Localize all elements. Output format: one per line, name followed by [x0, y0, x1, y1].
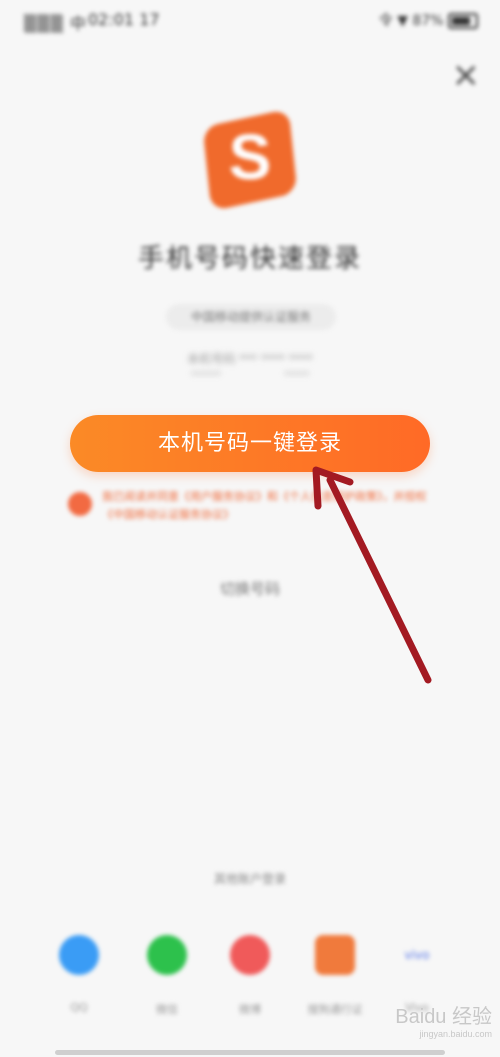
watermark-url: jingyan.baidu.com — [419, 1029, 492, 1039]
logo-letter: S — [228, 121, 272, 193]
login-option-weibo[interactable]: 微博 — [215, 935, 285, 1017]
watermark-brand: Baidu 经验 — [395, 1006, 492, 1028]
page-title: 手机号码快速登录 — [137, 244, 362, 274]
operator-badge: 中国移动提供认证服务 — [166, 304, 336, 330]
close-icon[interactable]: × — [452, 58, 481, 92]
qq-icon — [59, 935, 99, 975]
login-option-wechat[interactable]: 微信 — [132, 935, 202, 1017]
login-option-label: QQ — [70, 1001, 88, 1014]
home-indicator — [55, 1050, 445, 1055]
vivo-icon: vivo — [404, 948, 430, 962]
login-option-qq[interactable]: QQ — [44, 935, 114, 1014]
agreement-checkbox[interactable] — [68, 492, 92, 516]
status-signal-text: 令 ▼ 87% — [378, 13, 444, 29]
agreement-text[interactable]: 我已阅读并同意《用户服务协议》和《个人信息保护政策》，并授权《中国移动认证服务协… — [102, 488, 442, 524]
status-icons: 令 ▼ 87% — [379, 10, 478, 30]
switch-number-link[interactable]: 切换号码 — [0, 578, 500, 599]
login-option-label: 微博 — [239, 1003, 261, 1016]
baidu-watermark: Baidu 经验 jingyan.baidu.com — [395, 1000, 492, 1039]
status-time: 02:01 17 — [88, 10, 160, 29]
wechat-icon — [147, 935, 187, 975]
status-bar: ▒▒▒ 中 02:01 17 令 ▼ 87% — [0, 6, 500, 34]
masked-phone-number: 本机号码 *** **** **** — [187, 352, 313, 366]
weibo-icon — [230, 935, 270, 975]
login-option-label: 微信 — [156, 1003, 178, 1016]
masked-phone-subtext: ****** ***** — [190, 370, 310, 381]
login-option-label: 搜狗通行证 — [307, 1003, 363, 1016]
other-login-title: 其他账户登录 — [213, 872, 286, 886]
login-option-sogou[interactable]: 搜狗通行证 — [300, 935, 370, 1017]
carrier-text: ▒▒▒ 中 — [24, 14, 88, 33]
sogou-passport-icon — [315, 935, 355, 975]
sogou-logo: S — [202, 108, 298, 212]
battery-icon — [448, 13, 478, 29]
one-click-login-button[interactable]: 本机号码一键登录 — [70, 415, 430, 472]
